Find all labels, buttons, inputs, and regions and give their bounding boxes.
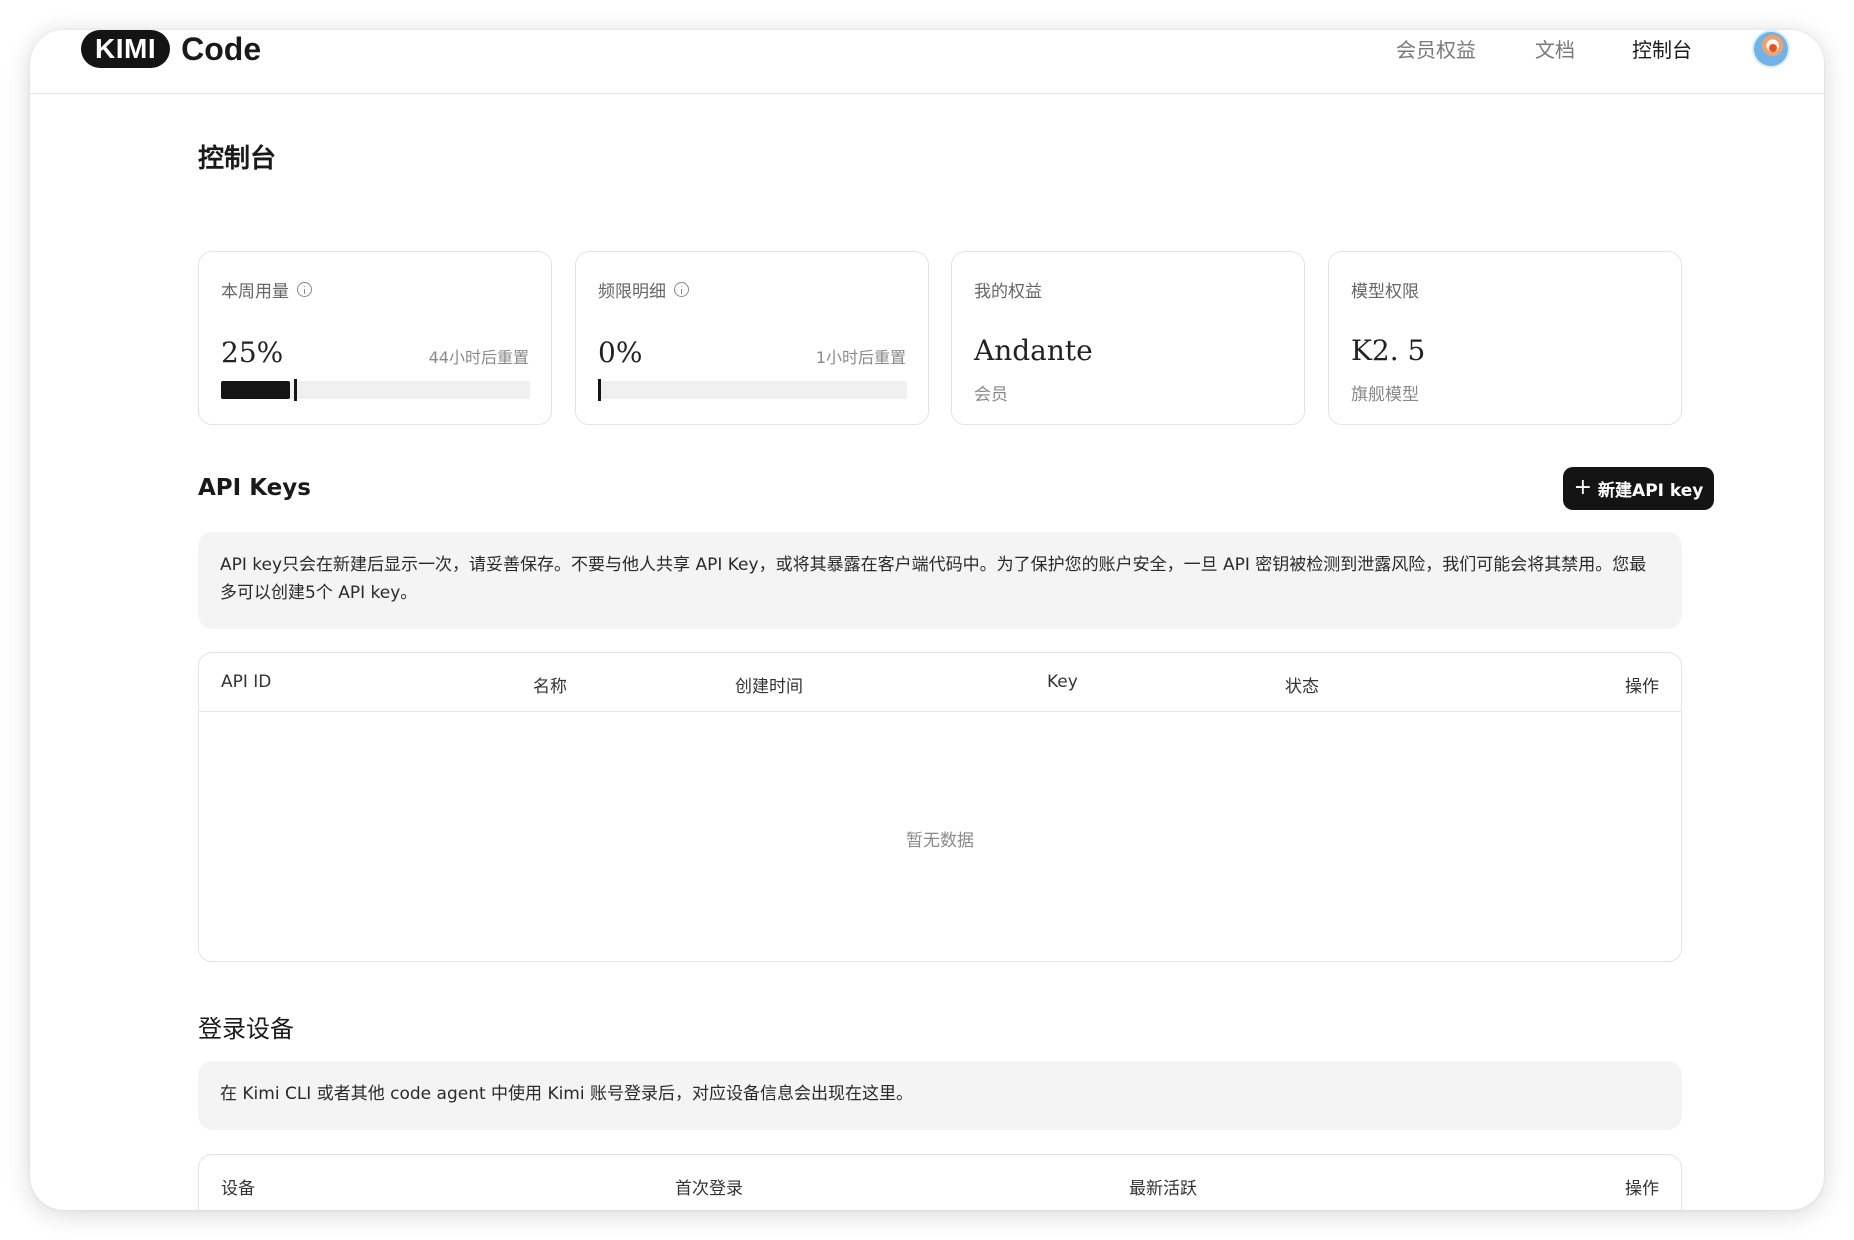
rate-limit-label-wrap: 频限明细	[598, 277, 689, 302]
rate-limit-value: 0%	[598, 336, 643, 369]
new-api-key-button[interactable]: + 新建API key	[1563, 467, 1714, 510]
weekly-usage-reset: 44小时后重置	[428, 348, 529, 367]
rate-limit-card: 频限明细 0% 1小时后重置	[575, 251, 929, 425]
weekly-usage-progress-marker	[294, 379, 297, 401]
benefits-sub: 会员	[974, 385, 1008, 405]
info-icon[interactable]	[674, 282, 689, 297]
col-actions: 操作	[1625, 677, 1659, 697]
col-name: 名称	[533, 677, 567, 697]
col-created-time: 创建时间	[735, 677, 803, 697]
devices-title: 登录设备	[198, 1015, 294, 1043]
weekly-usage-card: 本周用量 25% 44小时后重置	[198, 251, 552, 425]
api-keys-table-header: API ID 名称 创建时间 Key 状态 操作	[199, 653, 1681, 712]
devices-table: 设备 首次登录 最新活跃 操作	[198, 1154, 1682, 1210]
empty-state: 暂无数据	[906, 831, 974, 851]
nav-item-membership[interactable]: 会员权益	[1396, 34, 1476, 63]
top-header: KIMI Code 会员权益 文档 控制台	[30, 30, 1824, 94]
model-value: K2. 5	[1351, 334, 1426, 367]
nav-item-console[interactable]: 控制台	[1632, 34, 1692, 63]
plus-icon: +	[1573, 475, 1593, 500]
weekly-usage-label: 本周用量	[221, 282, 289, 302]
avatar-dot	[1769, 44, 1777, 52]
col-last-active: 最新活跃	[1129, 1179, 1197, 1199]
api-keys-title: API Keys	[198, 475, 311, 501]
benefits-card: 我的权益 Andante 会员	[951, 251, 1305, 425]
top-nav: 会员权益 文档 控制台	[30, 34, 1824, 64]
rate-limit-progress-marker	[598, 379, 601, 401]
rate-limit-label: 频限明细	[598, 282, 666, 302]
col-first-login: 首次登录	[675, 1179, 743, 1199]
col-device-actions: 操作	[1625, 1179, 1659, 1199]
app-window: KIMI Code 会员权益 文档 控制台 控制台 本周用量 25% 44小时后…	[30, 30, 1824, 1210]
devices-notice: 在 Kimi CLI 或者其他 code agent 中使用 Kimi 账号登录…	[198, 1061, 1682, 1130]
weekly-usage-label-wrap: 本周用量	[221, 277, 312, 302]
new-api-key-label: 新建API key	[1598, 481, 1704, 501]
rate-limit-progress	[598, 379, 907, 401]
devices-table-header: 设备 首次登录 最新活跃 操作	[199, 1155, 1681, 1210]
info-icon[interactable]	[297, 282, 312, 297]
col-key: Key	[1047, 672, 1078, 692]
user-avatar[interactable]	[1752, 30, 1790, 68]
api-keys-notice: API key只会在新建后显示一次，请妥善保存。不要与他人共享 API Key，…	[198, 532, 1682, 629]
col-api-id: API ID	[221, 672, 272, 692]
col-status: 状态	[1285, 677, 1319, 697]
rate-limit-reset: 1小时后重置	[815, 348, 906, 367]
benefits-label: 我的权益	[974, 282, 1042, 302]
nav-item-docs[interactable]: 文档	[1535, 34, 1575, 63]
page-title: 控制台	[198, 144, 277, 174]
model-card: 模型权限 K2. 5 旗舰模型	[1328, 251, 1682, 425]
col-device: 设备	[221, 1179, 255, 1199]
api-keys-table: API ID 名称 创建时间 Key 状态 操作 暂无数据	[198, 652, 1682, 962]
model-sub: 旗舰模型	[1351, 385, 1419, 405]
benefits-value: Andante	[974, 334, 1093, 367]
weekly-usage-progress-fill	[221, 381, 290, 399]
model-label: 模型权限	[1351, 282, 1419, 302]
weekly-usage-value: 25%	[221, 336, 284, 369]
stat-cards: 本周用量 25% 44小时后重置 频限明细 0% 1小时后重置 我的权益 And…	[198, 251, 1682, 425]
weekly-usage-progress	[221, 379, 530, 401]
